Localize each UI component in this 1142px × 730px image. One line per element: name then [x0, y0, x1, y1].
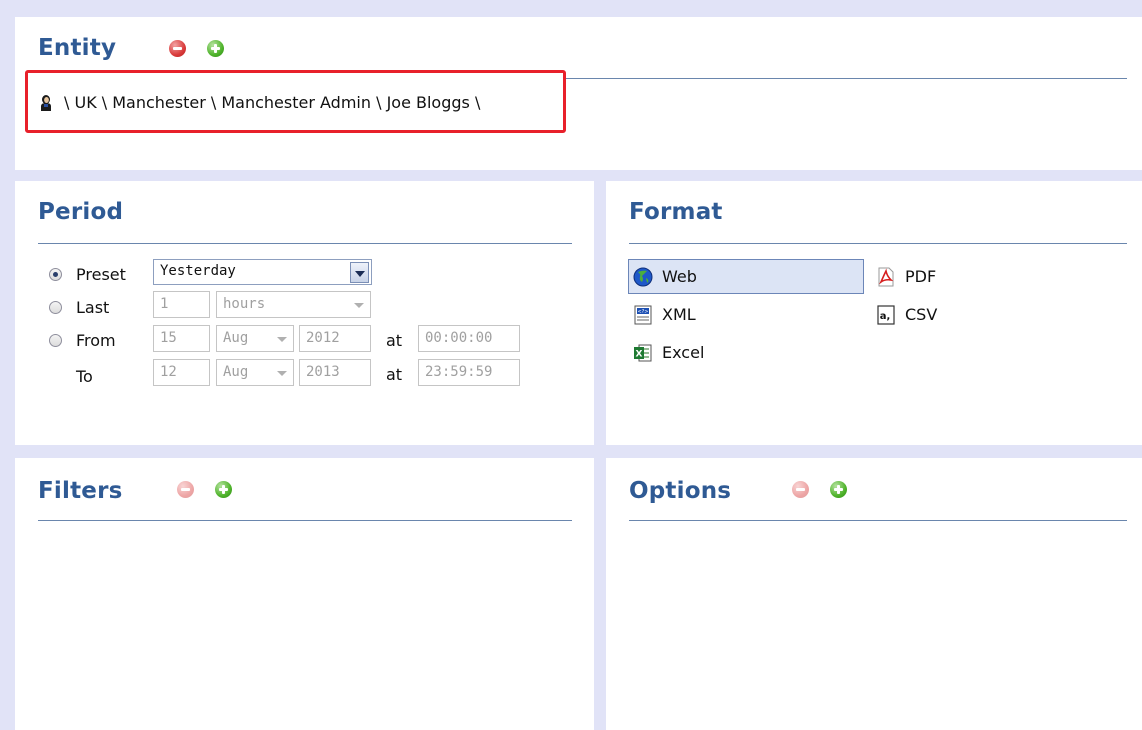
format-divider — [629, 243, 1127, 244]
from-time-input[interactable]: 00:00:00 — [418, 325, 520, 352]
svg-text:X: X — [636, 349, 643, 359]
period-divider — [38, 243, 572, 244]
minus-circle-icon — [181, 488, 190, 491]
last-label: Last — [76, 298, 110, 317]
last-radio[interactable] — [49, 301, 62, 314]
add-entity-button[interactable] — [207, 40, 224, 57]
chevron-down-icon — [277, 371, 287, 376]
chevron-down-icon — [350, 262, 369, 283]
to-label: To — [76, 367, 93, 386]
add-option-button[interactable] — [830, 481, 847, 498]
format-csv-option[interactable]: a, CSV — [876, 297, 1016, 332]
svg-text:a,: a, — [880, 311, 891, 322]
last-value-input[interactable]: 1 — [153, 291, 210, 318]
remove-option-button[interactable] — [792, 481, 809, 498]
excel-icon: X — [634, 344, 652, 361]
minus-circle-icon — [173, 47, 182, 50]
entity-path[interactable]: \ UK \ Manchester \ Manchester Admin \ J… — [38, 93, 480, 112]
format-excel-label: Excel — [662, 343, 705, 362]
add-filter-button[interactable] — [215, 481, 232, 498]
entity-path-text: \ UK \ Manchester \ Manchester Admin \ J… — [64, 93, 481, 112]
chevron-down-icon — [354, 303, 364, 308]
options-title: Options — [629, 478, 732, 504]
globe-icon — [633, 267, 653, 286]
from-label: From — [76, 331, 116, 350]
from-month-select[interactable]: Aug — [216, 325, 294, 352]
preset-radio[interactable] — [49, 268, 62, 281]
to-month-value: Aug — [223, 364, 249, 380]
format-pdf-option[interactable]: PDF — [876, 259, 1016, 294]
from-year-input[interactable]: 2012 — [299, 325, 371, 352]
to-time-input[interactable]: 23:59:59 — [418, 359, 520, 386]
filters-divider — [38, 520, 572, 521]
preset-select-value: Yesterday — [160, 263, 236, 279]
from-at-label: at — [386, 331, 403, 350]
entity-title: Entity — [38, 35, 117, 61]
remove-entity-button[interactable] — [169, 40, 186, 57]
format-pdf-label: PDF — [905, 267, 937, 286]
last-unit-select[interactable]: hours — [216, 291, 371, 318]
to-month-select[interactable]: Aug — [216, 359, 294, 386]
from-day-input[interactable]: 15 — [153, 325, 210, 352]
minus-circle-icon — [796, 488, 805, 491]
user-icon — [38, 93, 54, 112]
format-title: Format — [629, 199, 723, 225]
format-web-option[interactable]: Web — [628, 259, 864, 294]
remove-filter-button[interactable] — [177, 481, 194, 498]
to-at-label: at — [386, 365, 403, 384]
format-excel-option[interactable]: X Excel — [633, 335, 773, 370]
format-xml-label: XML — [662, 305, 696, 324]
csv-icon: a, — [877, 304, 895, 325]
pdf-icon — [878, 267, 894, 286]
period-title: Period — [38, 199, 124, 225]
to-day-input[interactable]: 12 — [153, 359, 210, 386]
format-csv-label: CSV — [905, 305, 938, 324]
format-web-label: Web — [662, 267, 697, 286]
last-unit-value: hours — [223, 296, 266, 312]
to-year-input[interactable]: 2013 — [299, 359, 371, 386]
options-divider — [629, 520, 1127, 521]
entity-divider — [563, 78, 1127, 79]
from-radio[interactable] — [49, 334, 62, 347]
preset-label: Preset — [76, 265, 126, 284]
from-month-value: Aug — [223, 330, 249, 346]
filters-title: Filters — [38, 478, 123, 504]
chevron-down-icon — [277, 337, 287, 342]
format-xml-option[interactable]: <?> XML — [633, 297, 773, 332]
preset-select[interactable]: Yesterday — [153, 259, 372, 285]
xml-icon: <?> — [634, 305, 652, 324]
svg-text:<?>: <?> — [637, 309, 648, 315]
